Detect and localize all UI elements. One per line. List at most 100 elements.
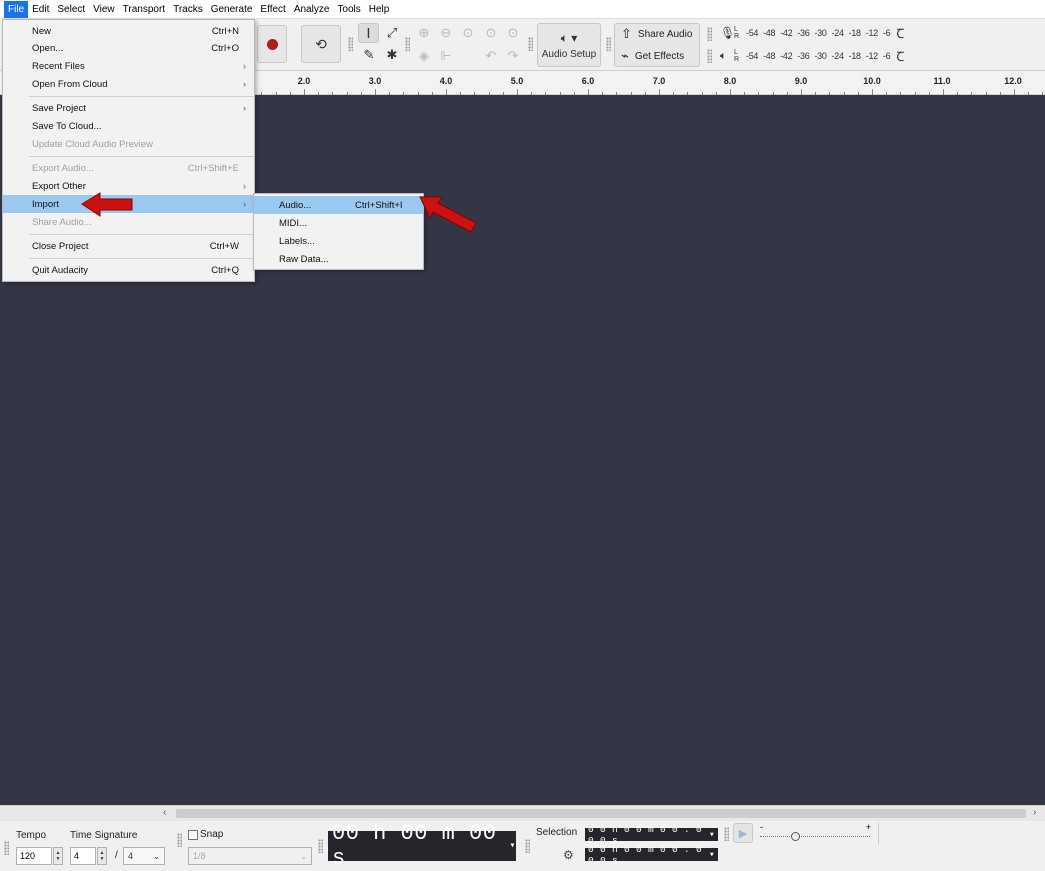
menu-item-export-audio[interactable]: Export Audio... Ctrl+Shift+E [3, 159, 254, 177]
toolbar-grip[interactable] [525, 839, 530, 853]
selection-end-time[interactable]: 0 0 h 0 0 m 0 0 . 0 0 0 s ▾ [585, 844, 718, 866]
draw-tool-button[interactable]: ✎ [360, 46, 378, 64]
meter-settings-icon[interactable]: Ꞇ [896, 24, 904, 42]
snap-toggle[interactable]: Snap [188, 829, 223, 840]
toolbar-grip[interactable] [4, 841, 9, 855]
menu-item-open-from-cloud[interactable]: Open From Cloud › [3, 75, 254, 93]
silence-button[interactable]: ⊩ [437, 47, 455, 65]
horizontal-scrollbar[interactable]: ‹ › [0, 805, 1045, 821]
ruler-label: 5.0 [510, 76, 524, 86]
toolbar-grip[interactable] [528, 37, 533, 51]
submenu-item-audio[interactable]: Audio... Ctrl+Shift+I [254, 196, 423, 214]
menu-item-shortcut: Ctrl+N [211, 25, 239, 37]
selection-start-time[interactable]: 0 0 h 0 0 m 0 0 . 0 0 0 s ▾ [585, 824, 718, 846]
meter-settings-icon[interactable]: Ꞇ [896, 47, 904, 65]
ts-numerator-spinner[interactable]: ▲ ▼ [97, 847, 107, 865]
bottom-toolbar: Tempo 120 ▲ ▼ Time Signature 4 ▲ ▼ / 4 ⌄ S… [0, 821, 1045, 871]
fit-project-button[interactable]: ⊙ [482, 24, 500, 42]
menu-file[interactable]: File [4, 0, 29, 18]
menu-item-label: Quit Audacity [32, 264, 88, 276]
toolbar-grip[interactable] [707, 49, 712, 63]
zoom-in-button[interactable]: ⊕ [415, 24, 433, 42]
slider-thumb[interactable] [791, 832, 800, 841]
play-at-speed-button[interactable]: ▶ [733, 823, 753, 843]
menu-item-new[interactable]: New Ctrl+N [3, 22, 254, 40]
scroll-right-icon[interactable]: › [1033, 807, 1036, 818]
settings-gear-icon[interactable]: ⚙ [563, 848, 574, 862]
toolbar-grip[interactable] [724, 827, 729, 841]
zoom-out-button[interactable]: ⊖ [437, 24, 455, 42]
playback-meter[interactable]: 🔈︎ LR -54 -48 -42 -36 -30 -24 -18 -12 -6 Ꞇ [720, 47, 904, 65]
audio-setup-label: Audio Setup [541, 48, 597, 60]
record-button[interactable] [257, 25, 287, 63]
toolbar-grip[interactable] [348, 37, 353, 51]
multi-tool-button[interactable]: ✱ [383, 46, 401, 64]
audio-setup-button[interactable]: 🔈︎ ▾ Audio Setup [537, 23, 601, 67]
chevron-right-icon: › [243, 61, 246, 71]
zoom-toggle-button[interactable]: ⊙ [504, 24, 522, 42]
snap-label: Snap [200, 829, 224, 840]
menu-item-save-project[interactable]: Save Project › [3, 99, 254, 117]
ts-numerator-input[interactable]: 4 [70, 847, 96, 865]
text-cursor-icon: I [366, 24, 371, 42]
menu-item-shortcut: Ctrl+W [209, 240, 239, 252]
submenu-item-labels[interactable]: Labels... [254, 232, 423, 250]
share-audio-button[interactable]: ⇧ Share Audio [621, 26, 692, 42]
playback-speed-slider[interactable]: - + [758, 822, 873, 843]
menu-edit[interactable]: Edit [28, 1, 53, 18]
meter-channel-labels: LR [734, 26, 740, 40]
menu-item-recent-files[interactable]: Recent Files › [3, 57, 254, 75]
snap-select[interactable]: 1/8 ⌄ [188, 847, 312, 865]
ruler-label: 7.0 [652, 76, 666, 86]
scroll-left-icon[interactable]: ‹ [163, 807, 166, 818]
time-display[interactable]: 00 h 00 m 00 s ▾ [328, 821, 516, 871]
menu-view[interactable]: View [89, 1, 119, 18]
undo-button[interactable]: ↶ [482, 47, 500, 65]
ruler-label: 12.0 [1004, 76, 1022, 86]
toolbar-grip[interactable] [707, 27, 712, 41]
toolbar-grip[interactable] [318, 839, 323, 853]
menu-item-quit[interactable]: Quit Audacity Ctrl+Q [3, 261, 254, 279]
menu-item-label: Recent Files [32, 60, 85, 72]
chevron-down-icon: ▾ [509, 841, 516, 852]
submenu-item-midi[interactable]: MIDI... [254, 214, 423, 232]
menu-item-open[interactable]: Open... Ctrl+O [3, 39, 254, 57]
toolbar-grip[interactable] [606, 37, 611, 51]
trim-icon: ◈ [419, 48, 429, 63]
menu-effect[interactable]: Effect [256, 1, 289, 18]
toolbar-grip[interactable] [177, 833, 182, 847]
menu-analyze[interactable]: Analyze [290, 1, 334, 18]
chevron-right-icon: › [243, 181, 246, 191]
menu-help[interactable]: Help [365, 1, 394, 18]
menu-item-save-to-cloud[interactable]: Save To Cloud... [3, 117, 254, 135]
menu-item-label: Open From Cloud [32, 78, 108, 90]
tempo-input[interactable]: 120 [16, 847, 52, 865]
menu-tracks[interactable]: Tracks [169, 1, 207, 18]
fit-selection-button[interactable]: ⊙ [459, 24, 477, 42]
snap-checkbox[interactable] [188, 829, 198, 840]
arrow-down-icon: ▼ [55, 856, 61, 862]
redo-icon: ↷ [507, 48, 519, 63]
loop-button[interactable]: ⟲ [301, 25, 341, 63]
divider [878, 823, 879, 845]
ruler-label: 9.0 [794, 76, 808, 86]
recording-meter[interactable]: 🎙︎ LR -54 -48 -42 -36 -30 -24 -18 -12 -6 Ꞇ [720, 24, 904, 42]
redo-button[interactable]: ↷ [504, 47, 522, 65]
trim-button[interactable]: ◈ [415, 47, 433, 65]
ts-denominator-select[interactable]: 4 ⌄ [123, 847, 165, 865]
menu-item-close-project[interactable]: Close Project Ctrl+W [3, 237, 254, 255]
toolbar-grip[interactable] [405, 37, 410, 51]
menu-item-update-cloud-preview[interactable]: Update Cloud Audio Preview [3, 135, 254, 153]
submenu-item-raw-data[interactable]: Raw Data... [254, 250, 423, 268]
menu-generate[interactable]: Generate [207, 1, 257, 18]
selection-tool-button[interactable]: I [358, 23, 379, 43]
scrollbar-thumb[interactable] [176, 809, 1026, 818]
menu-select[interactable]: Select [53, 1, 89, 18]
envelope-tool-button[interactable]: ⤢ [383, 24, 401, 42]
tempo-spinner[interactable]: ▲ ▼ [53, 847, 63, 865]
menu-transport[interactable]: Transport [119, 1, 169, 18]
ruler-label: 4.0 [439, 76, 453, 86]
get-effects-button[interactable]: ⌁ Get Effects [621, 48, 684, 64]
menu-tools[interactable]: Tools [333, 1, 364, 18]
plug-icon: ⌁ [621, 48, 629, 63]
